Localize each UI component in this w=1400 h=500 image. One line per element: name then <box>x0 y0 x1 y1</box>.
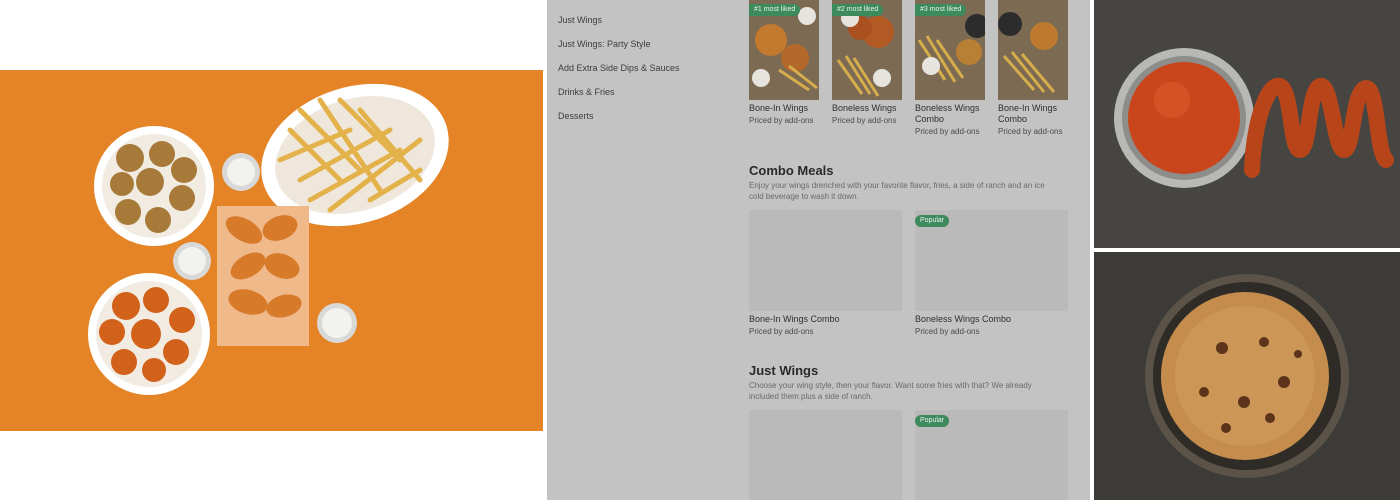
wings-and-fries-photo <box>0 70 543 431</box>
item-photo-placeholder: Popular <box>915 410 1068 500</box>
most-liked-badge: #3 most liked <box>915 4 967 16</box>
nav-item-just-wings[interactable]: Just Wings <box>558 15 602 25</box>
most-liked-badge: #2 most liked <box>832 4 884 16</box>
menu-item-card[interactable]: #1 most liked Bone-In Wings Priced by ad… <box>749 0 819 125</box>
popular-badge: Popular <box>915 215 950 227</box>
item-name: Boneless Wings <box>832 103 897 113</box>
item-photo-placeholder: Popular <box>915 210 1068 311</box>
section-title-just-wings: Just Wings <box>749 363 819 378</box>
nav-item-add-extra-side-dips[interactable]: Add Extra Side Dips & Sauces <box>558 63 680 73</box>
item-name: Boneless Wings Combo <box>915 314 1012 324</box>
item-photo: #2 most liked <box>832 0 902 100</box>
menu-item-card[interactable]: Bone-In Wings Combo Priced by add-ons <box>998 0 1068 136</box>
screenshot-collage: Just Wings Just Wings: Party Style Add E… <box>0 0 1400 500</box>
item-price: Priced by add-ons <box>915 127 980 136</box>
item-price: Priced by add-ons <box>915 327 980 336</box>
menu-item-card[interactable]: #2 most liked Boneless Wings Priced by a… <box>832 0 902 125</box>
item-name: Boneless Wings Combo <box>915 103 980 124</box>
menu-item-card[interactable]: Bone-In Wings Combo Priced by add-ons <box>749 210 902 336</box>
item-name: Bone-In Wings Combo <box>749 314 840 324</box>
nav-item-just-wings-party-style[interactable]: Just Wings: Party Style <box>558 39 651 49</box>
nav-item-desserts[interactable]: Desserts <box>558 111 594 121</box>
nav-item-drinks-and-fries[interactable]: Drinks & Fries <box>558 87 615 97</box>
cookie-skillet-photo <box>1094 252 1400 500</box>
item-photo: #1 most liked <box>749 0 819 100</box>
popular-badge: Popular <box>915 415 950 427</box>
menu-item-card[interactable]: #3 most liked Boneless Wings Combo Price… <box>915 0 985 136</box>
item-name: Bone-In Wings Combo <box>998 103 1058 124</box>
menu-item-card[interactable]: Popular Boneless Wings Combo Priced by a… <box>915 210 1068 336</box>
most-liked-badge: #1 most liked <box>749 4 801 16</box>
menu-item-card[interactable] <box>749 410 902 500</box>
section-title-combo-meals: Combo Meals <box>749 163 834 178</box>
item-price: Priced by add-ons <box>832 116 897 125</box>
section-description-combo-meals: Enjoy your wings drenched with your favo… <box>749 181 1045 201</box>
sauce-cup-photo <box>1094 0 1400 248</box>
item-price: Priced by add-ons <box>749 327 814 336</box>
item-price: Priced by add-ons <box>749 116 814 125</box>
item-photo <box>998 0 1068 100</box>
item-photo-placeholder <box>749 210 902 311</box>
item-name: Bone-In Wings <box>749 103 809 113</box>
section-description-just-wings: Choose your wing style, then your flavor… <box>749 381 1032 401</box>
item-photo-placeholder <box>749 410 902 500</box>
item-photo: #3 most liked <box>915 0 985 100</box>
restaurant-menu-page: Just Wings Just Wings: Party Style Add E… <box>547 0 1090 500</box>
item-price: Priced by add-ons <box>998 127 1063 136</box>
menu-item-card[interactable]: Popular <box>915 410 1068 500</box>
